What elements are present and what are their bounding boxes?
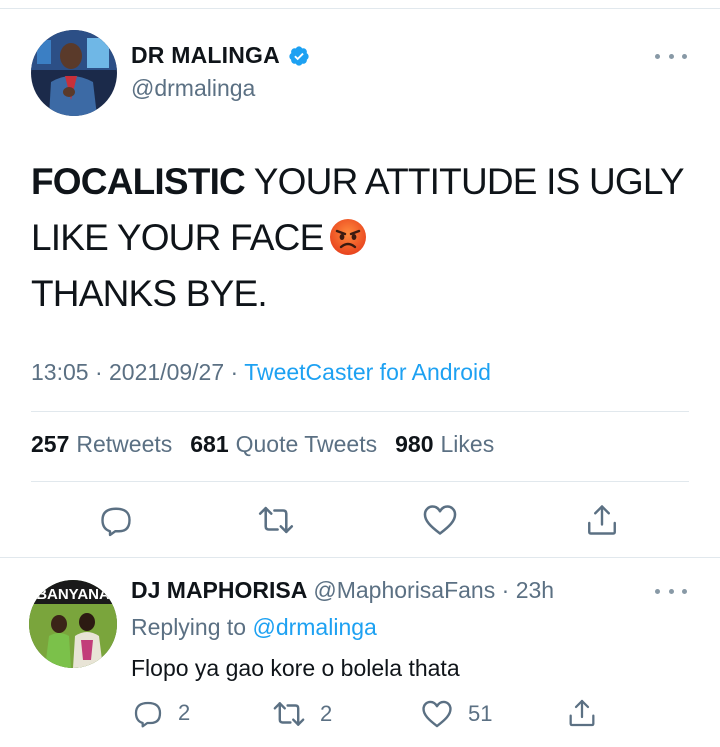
tweet-stats: 257 Retweets 681 Quote Tweets 980 Likes — [31, 431, 494, 458]
reply-share-action[interactable] — [566, 697, 598, 729]
retweets-count: 257 — [31, 431, 70, 457]
reply-reply-action[interactable]: 2 — [132, 697, 190, 729]
tweet-source-link[interactable]: TweetCaster for Android — [244, 359, 491, 385]
reply-author-handle[interactable]: @MaphorisaFans — [313, 577, 495, 603]
reply-count: 2 — [178, 700, 191, 725]
quotes-count: 681 — [190, 431, 229, 457]
tweet-line-1-rest: YOUR ATTITUDE IS UGLY — [244, 161, 685, 202]
more-dots-icon[interactable] — [655, 48, 687, 64]
divider — [31, 481, 689, 482]
avatar-banner-text: BANYANA — [36, 586, 110, 603]
reply-author-avatar[interactable]: BANYANA — [29, 580, 117, 668]
reply-time[interactable]: 23h — [516, 577, 554, 603]
tweet-line-3: THANKS BYE. — [31, 273, 268, 314]
verified-badge-icon — [288, 45, 310, 67]
reply-bubble-icon — [134, 701, 162, 728]
more-dots-icon[interactable] — [655, 583, 687, 599]
heart-icon — [422, 700, 452, 728]
author-name-row[interactable]: DR MALINGA — [131, 42, 310, 69]
reply-like-action[interactable]: 51 — [420, 697, 492, 731]
tweet-line-2-text: LIKE YOUR FACE — [31, 217, 324, 258]
retweets-label: Retweets — [76, 431, 173, 457]
tweet-meta: 13:05 · 2021/09/27 · TweetCaster for And… — [31, 359, 491, 386]
author-name[interactable]: DR MALINGA — [131, 42, 280, 69]
replying-prefix: Replying to — [131, 614, 247, 640]
quotes-label: Quote Tweets — [235, 431, 378, 457]
likes-label: Likes — [440, 431, 495, 457]
tweet-actions — [0, 500, 720, 540]
retweet-count: 2 — [320, 701, 333, 726]
reply-actions: 2 2 51 — [0, 697, 720, 731]
share-icon[interactable] — [582, 500, 622, 540]
tweet-line-2: LIKE YOUR FACE — [31, 210, 691, 266]
reply-header: DJ MAPHORISA @MaphorisaFans · 23h — [131, 577, 554, 604]
meta-separator: · — [230, 359, 239, 385]
top-divider — [0, 8, 720, 9]
likes-count: 980 — [395, 431, 434, 457]
reply-retweet-action[interactable]: 2 — [272, 697, 332, 731]
mentioned-name: FOCALISTIC — [31, 161, 246, 202]
meta-separator: · — [94, 359, 103, 385]
tweet-date[interactable]: 2021/09/27 — [109, 359, 224, 385]
angry-face-emoji — [329, 216, 367, 255]
tweet-time[interactable]: 13:05 — [31, 359, 89, 385]
reply-author-name[interactable]: DJ MAPHORISA — [131, 577, 307, 603]
share-icon — [569, 699, 595, 727]
author-avatar[interactable] — [31, 30, 117, 116]
heart-icon[interactable] — [420, 500, 460, 540]
reply-bubble-icon[interactable] — [96, 500, 136, 540]
tweet-text: FOCALISTIC YOUR ATTITUDE IS UGLY LIKE YO… — [31, 154, 691, 322]
retweet-icon[interactable] — [256, 500, 296, 540]
author-handle[interactable]: @drmalinga — [131, 75, 255, 102]
replying-to-mention[interactable]: @drmalinga — [252, 614, 376, 640]
retweets-stat[interactable]: 257 Retweets — [31, 431, 172, 458]
reply-text: Flopo ya gao kore o bolela thata — [131, 655, 460, 681]
meta-separator: · — [501, 577, 510, 603]
likes-stat[interactable]: 980 Likes — [395, 431, 494, 458]
retweet-icon — [273, 702, 305, 726]
quote-tweets-stat[interactable]: 681 Quote Tweets — [190, 431, 377, 458]
divider — [31, 411, 689, 412]
replying-to-line: Replying to @drmalinga — [131, 614, 377, 641]
divider — [0, 557, 720, 558]
tweet-line-1: FOCALISTIC YOUR ATTITUDE IS UGLY — [31, 154, 691, 210]
like-count: 51 — [468, 701, 493, 726]
